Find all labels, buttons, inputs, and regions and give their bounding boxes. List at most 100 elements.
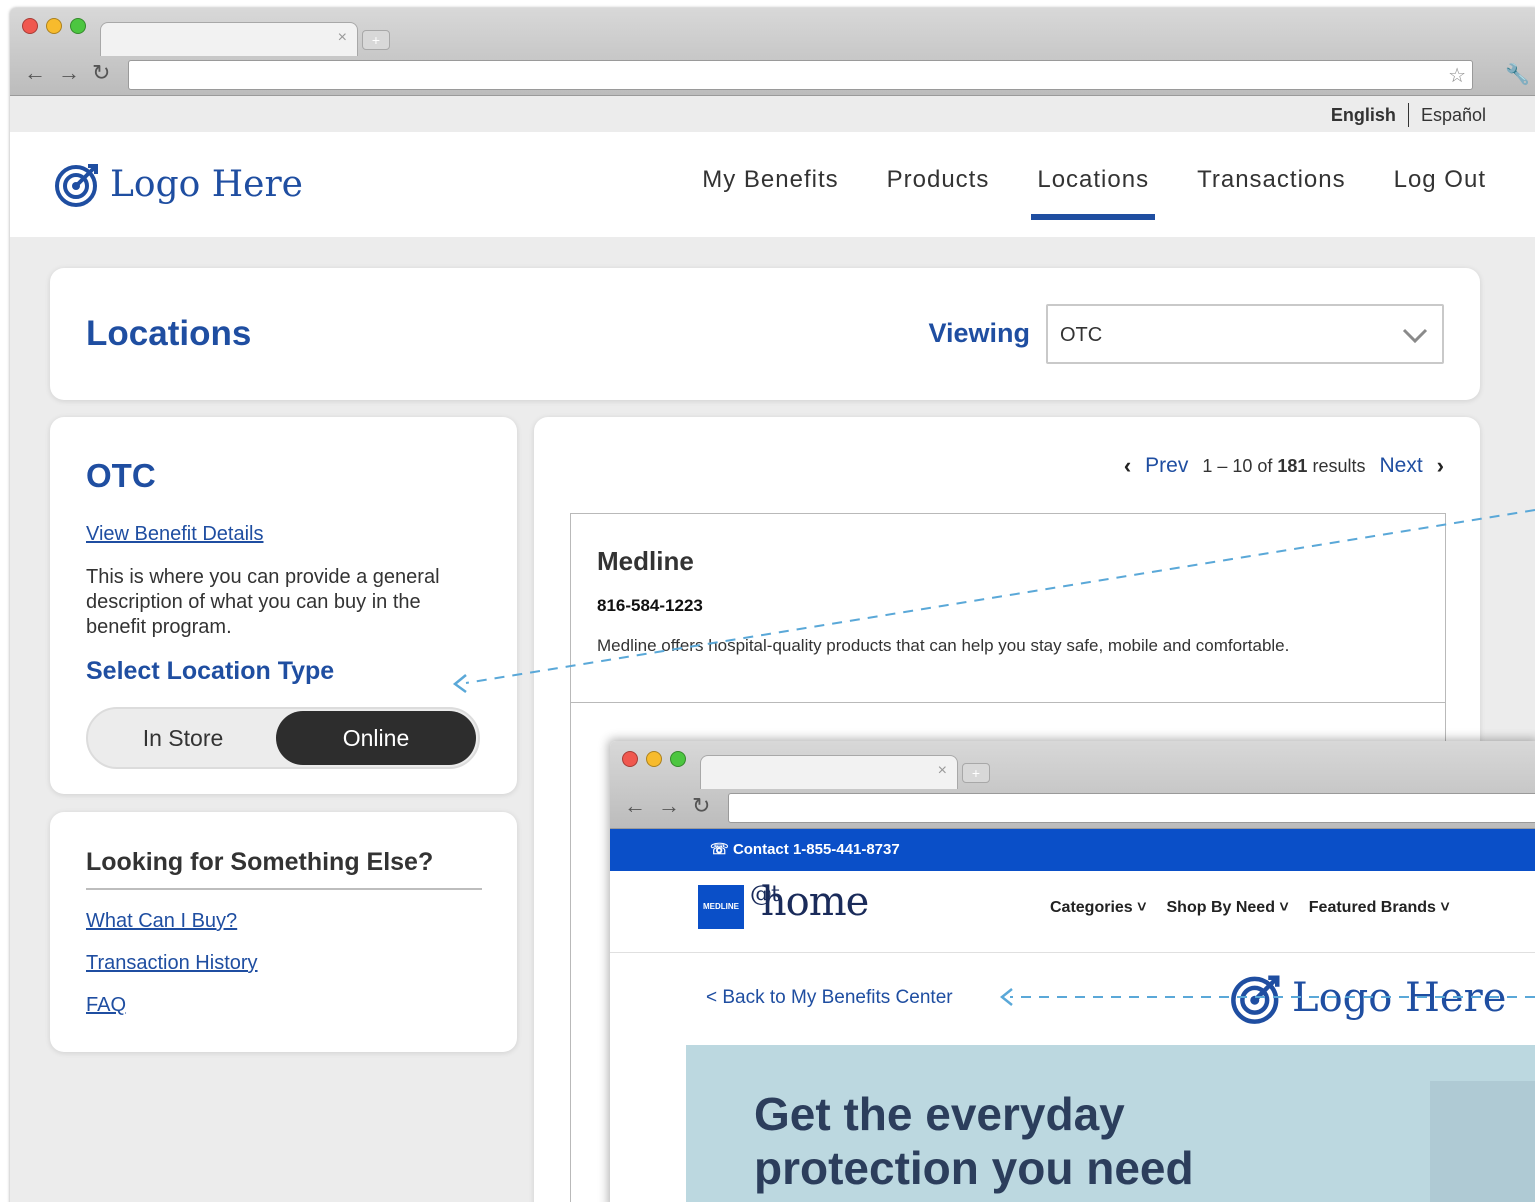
benefit-description: This is where you can provide a general … bbox=[86, 566, 440, 638]
wrench-icon[interactable]: 🔧 bbox=[1505, 62, 1530, 87]
close-tab-icon[interactable]: × bbox=[938, 762, 947, 780]
language-switcher: English Español bbox=[1331, 103, 1486, 127]
close-window-button[interactable] bbox=[22, 18, 38, 34]
address-bar[interactable] bbox=[728, 793, 1535, 823]
medline-header: MEDLINE @thome Categories ˅ Shop By Need… bbox=[610, 871, 1535, 953]
benefit-select-value: OTC bbox=[1060, 324, 1103, 346]
results-suffix: results bbox=[1312, 455, 1366, 476]
bookmark-star-icon[interactable]: ☆ bbox=[1448, 63, 1466, 88]
hero-image bbox=[1430, 1081, 1535, 1202]
browser-window-medline: × + ← → ↻ ☏ Contact 1-855-441-8737 MEDLI… bbox=[610, 741, 1535, 1202]
athome-logo-home: home bbox=[760, 879, 869, 925]
help-divider bbox=[86, 888, 482, 890]
site-logo[interactable]: Logo Here bbox=[54, 160, 303, 208]
help-card: Looking for Something Else? What Can I B… bbox=[50, 812, 517, 1052]
hero-title-line-2: protection you need bbox=[754, 1142, 1194, 1194]
back-to-benefits-link[interactable]: < Back to My Benefits Center bbox=[706, 987, 953, 1009]
nav-my-benefits[interactable]: My Benefits bbox=[696, 166, 844, 194]
nav-transactions[interactable]: Transactions bbox=[1191, 166, 1352, 194]
view-benefit-details-link[interactable]: View Benefit Details bbox=[86, 523, 264, 546]
browser-chrome: × + ← → ↻ bbox=[610, 741, 1535, 829]
results-range: 1 – 10 of bbox=[1202, 455, 1273, 476]
hero-title-line-1: Get the everyday bbox=[754, 1088, 1125, 1140]
maximize-window-button[interactable] bbox=[670, 751, 686, 767]
prev-link[interactable]: Prev bbox=[1145, 454, 1188, 478]
close-tab-icon[interactable]: × bbox=[338, 29, 347, 47]
viewing-label: Viewing bbox=[928, 318, 1030, 348]
chevron-down-icon bbox=[1402, 328, 1428, 344]
site-header: Logo Here My Benefits Products Locations… bbox=[10, 132, 1535, 237]
address-bar[interactable]: ☆ bbox=[128, 60, 1473, 90]
close-window-button[interactable] bbox=[622, 751, 638, 767]
select-location-type-label: Select Location Type bbox=[86, 657, 335, 685]
nav-products[interactable]: Products bbox=[881, 166, 996, 194]
logo-text: Logo Here bbox=[110, 163, 303, 205]
window-controls bbox=[22, 18, 86, 34]
pagination: ‹ Prev 1 – 10 of 181 results Next › bbox=[1124, 453, 1444, 479]
minimize-window-button[interactable] bbox=[646, 751, 662, 767]
back-row: < Back to My Benefits Center Logo Here bbox=[610, 953, 1535, 1045]
nav-locations[interactable]: Locations bbox=[1031, 166, 1155, 220]
contact-bar: ☏ Contact 1-855-441-8737 bbox=[610, 829, 1535, 871]
athome-logo[interactable]: @thome bbox=[750, 879, 869, 925]
nav-log-out[interactable]: Log Out bbox=[1388, 166, 1492, 194]
nav-featured-brands[interactable]: Featured Brands ˅ bbox=[1309, 899, 1450, 917]
next-chevron-icon[interactable]: › bbox=[1437, 453, 1444, 479]
faq-link[interactable]: FAQ bbox=[86, 994, 126, 1017]
window-controls bbox=[622, 751, 686, 767]
contact-phone[interactable]: Contact 1-855-441-8737 bbox=[733, 841, 900, 858]
help-title: Looking for Something Else? bbox=[86, 848, 434, 876]
result-phone: 816-584-1223 bbox=[597, 596, 703, 615]
in-store-option[interactable]: In Store bbox=[88, 709, 278, 767]
result-name: Medline bbox=[597, 546, 694, 576]
language-english[interactable]: English bbox=[1331, 105, 1396, 126]
main-nav: My Benefits Products Locations Transacti… bbox=[696, 166, 1492, 220]
browser-tab[interactable]: × bbox=[700, 755, 958, 789]
benefit-title: OTC bbox=[86, 457, 156, 494]
hero-title: Get the everyday protection you need bbox=[754, 1087, 1194, 1195]
reload-icon[interactable]: ↻ bbox=[692, 793, 710, 819]
result-description: Medline offers hospital-quality products… bbox=[597, 636, 1290, 655]
results-total: 181 bbox=[1277, 455, 1308, 476]
reload-icon[interactable]: ↻ bbox=[92, 60, 110, 86]
browser-tab[interactable]: × bbox=[100, 22, 358, 56]
logo-text: Logo Here bbox=[1292, 975, 1507, 1021]
nav-featured-brands-label: Featured Brands bbox=[1308, 899, 1436, 916]
medline-nav: Categories ˅ Shop By Need ˅ Featured Bra… bbox=[1050, 899, 1450, 917]
nav-categories-label: Categories bbox=[1050, 899, 1133, 916]
page-title: Locations bbox=[86, 314, 252, 353]
back-arrow-icon[interactable]: ← bbox=[624, 793, 646, 819]
page-title-card: Locations Viewing OTC bbox=[50, 268, 1480, 400]
result-item[interactable]: Medline 816-584-1223 Medline offers hosp… bbox=[570, 513, 1446, 703]
transaction-history-link[interactable]: Transaction History bbox=[86, 952, 258, 975]
benefit-select[interactable]: OTC bbox=[1046, 304, 1444, 364]
phone-icon: ☏ bbox=[710, 841, 733, 858]
target-logo-icon bbox=[55, 164, 98, 207]
what-can-i-buy-link[interactable]: What Can I Buy? bbox=[86, 910, 237, 933]
nav-shop-by-need-label: Shop By Need bbox=[1166, 899, 1275, 916]
minimize-window-button[interactable] bbox=[46, 18, 62, 34]
nav-shop-by-need[interactable]: Shop By Need ˅ bbox=[1167, 899, 1289, 917]
online-option[interactable]: Online bbox=[276, 711, 476, 765]
language-espanol[interactable]: Español bbox=[1421, 105, 1486, 126]
next-link[interactable]: Next bbox=[1379, 454, 1422, 478]
forward-arrow-icon[interactable]: → bbox=[658, 793, 680, 819]
new-tab-button[interactable]: + bbox=[962, 763, 990, 783]
browser-nav-buttons: ← → ↻ bbox=[624, 793, 710, 819]
browser-nav-buttons: ← → ↻ bbox=[24, 60, 110, 86]
maximize-window-button[interactable] bbox=[70, 18, 86, 34]
hero-banner: Get the everyday protection you need bbox=[686, 1045, 1535, 1202]
location-type-toggle: In Store Online bbox=[86, 707, 480, 769]
new-tab-button[interactable]: + bbox=[362, 30, 390, 50]
back-arrow-icon[interactable]: ← bbox=[24, 60, 46, 86]
target-logo-icon bbox=[1231, 975, 1280, 1024]
nav-categories[interactable]: Categories ˅ bbox=[1050, 899, 1147, 917]
prev-chevron-icon[interactable]: ‹ bbox=[1124, 453, 1131, 479]
benefit-card: OTC View Benefit Details This is where y… bbox=[50, 417, 517, 794]
medline-badge-logo[interactable]: MEDLINE bbox=[698, 885, 744, 929]
partner-logo: Logo Here bbox=[1230, 971, 1506, 1025]
browser-chrome: × + ← → ↻ ☆ 🔧 bbox=[10, 8, 1535, 96]
language-divider bbox=[1407, 103, 1409, 127]
results-count: 1 – 10 of 181 results bbox=[1202, 456, 1365, 477]
forward-arrow-icon[interactable]: → bbox=[58, 60, 80, 86]
